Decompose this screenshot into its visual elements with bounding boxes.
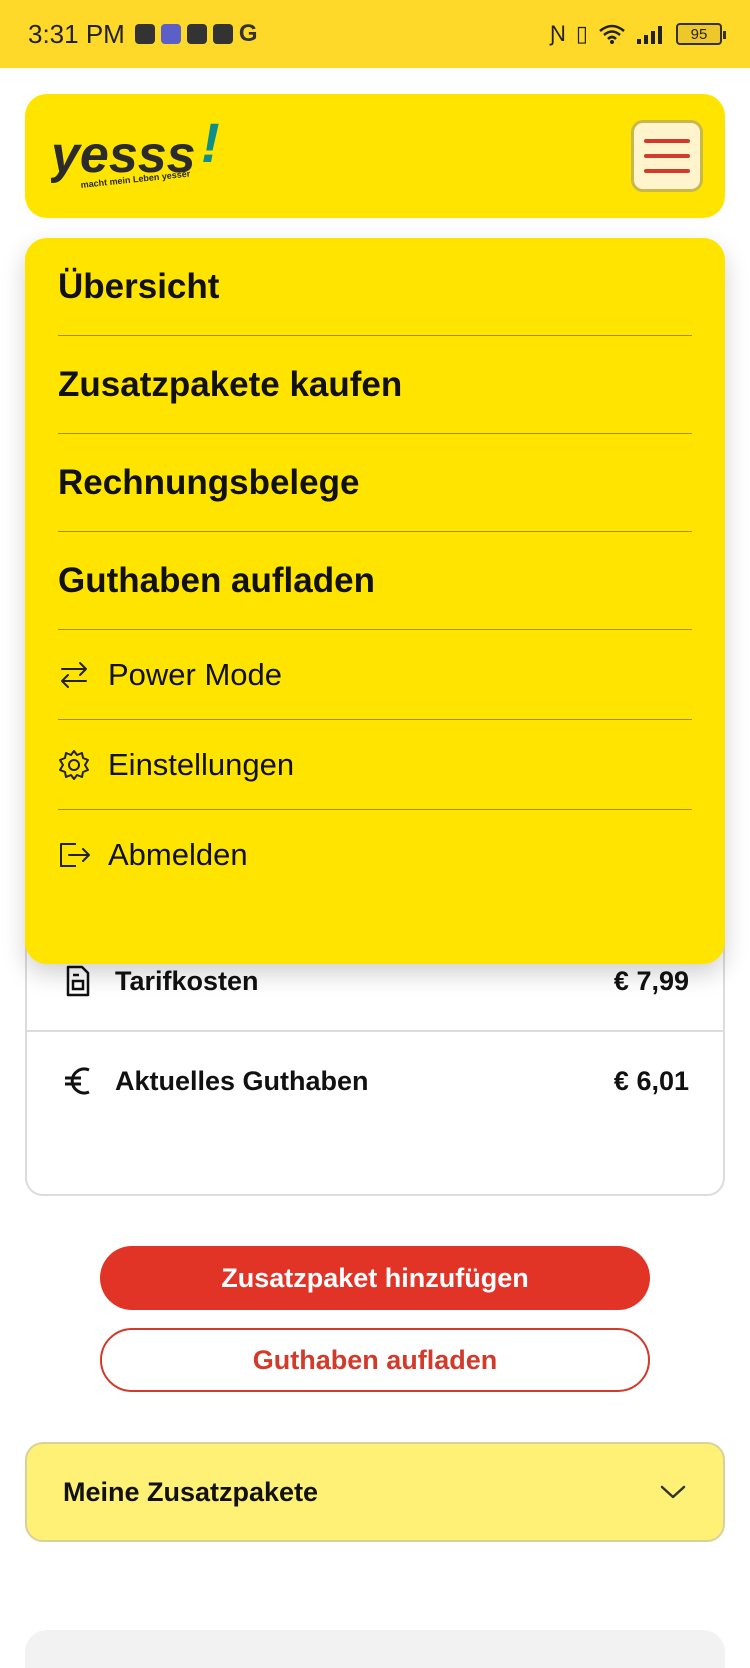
info-value: € 7,99: [613, 965, 689, 996]
info-value: € 6,01: [613, 1065, 689, 1096]
menu-item-power-mode[interactable]: Power Mode: [58, 630, 692, 720]
hamburger-line: [644, 139, 690, 143]
notification-icons: G: [134, 20, 258, 48]
bottom-card: [25, 1630, 725, 1668]
top-up-button[interactable]: Guthaben aufladen: [100, 1328, 650, 1392]
menu-item-rechnungsbelege[interactable]: Rechnungsbelege: [58, 434, 692, 532]
swap-arrows-icon: [58, 660, 94, 690]
hamburger-line: [644, 169, 690, 173]
signal-icon: [637, 26, 662, 44]
yesss-logo[interactable]: yesss ! macht mein Leben yesser: [51, 116, 251, 196]
menu-item-einstellungen[interactable]: Einstellungen: [58, 720, 692, 810]
teams-icon: [160, 24, 181, 44]
status-bar: 3:31 PM G Ɲ ▯ 95: [0, 0, 750, 68]
menu-item-guthaben[interactable]: Guthaben aufladen: [58, 532, 692, 630]
vibrate-icon: ▯: [575, 21, 588, 46]
gmail-icon: [186, 24, 207, 44]
accordion-title: Meine Zusatzpakete: [63, 1476, 319, 1507]
hamburger-line: [644, 154, 690, 158]
document-icon: [61, 965, 95, 997]
chevron-down-icon: [660, 1485, 686, 1499]
navigation-menu: Übersicht Zusatzpakete kaufen Rechnungsb…: [25, 238, 725, 964]
menu-item-zusatzpakete[interactable]: Zusatzpakete kaufen: [58, 336, 692, 434]
info-label: Aktuelles Guthaben: [115, 1065, 369, 1096]
battery-indicator: 95: [676, 23, 726, 45]
youtube-icon: [212, 24, 233, 44]
wifi-icon: [599, 24, 625, 44]
nfc-icon: Ɲ: [550, 21, 566, 46]
gear-icon: [58, 749, 94, 781]
chat-icon: [134, 24, 155, 44]
menu-item-uebersicht[interactable]: Übersicht: [58, 238, 692, 336]
my-packages-accordion[interactable]: Meine Zusatzpakete: [25, 1442, 725, 1542]
euro-icon: [61, 1065, 95, 1097]
menu-item-abmelden[interactable]: Abmelden: [58, 810, 692, 900]
google-icon: G: [238, 20, 258, 47]
menu-item-label: Power Mode: [108, 656, 283, 692]
menu-item-label: Guthaben aufladen: [58, 560, 375, 600]
info-label: Tarifkosten: [115, 965, 259, 996]
menu-item-label: Übersicht: [58, 266, 220, 306]
add-package-button[interactable]: Zusatzpaket hinzufügen: [100, 1246, 650, 1310]
logout-icon: [58, 841, 94, 869]
menu-item-label: Rechnungsbelege: [58, 462, 360, 502]
svg-text:!: !: [201, 116, 220, 174]
menu-toggle-button[interactable]: [631, 120, 703, 192]
app-header: yesss ! macht mein Leben yesser: [25, 94, 725, 218]
menu-item-label: Zusatzpakete kaufen: [58, 364, 403, 404]
system-icons: Ɲ ▯ 95: [550, 21, 726, 47]
status-time: 3:31 PM: [28, 18, 125, 49]
menu-item-label: Einstellungen: [108, 746, 295, 782]
info-row-guthaben: Aktuelles Guthaben € 6,01: [27, 1030, 723, 1130]
menu-item-label: Abmelden: [108, 837, 248, 872]
